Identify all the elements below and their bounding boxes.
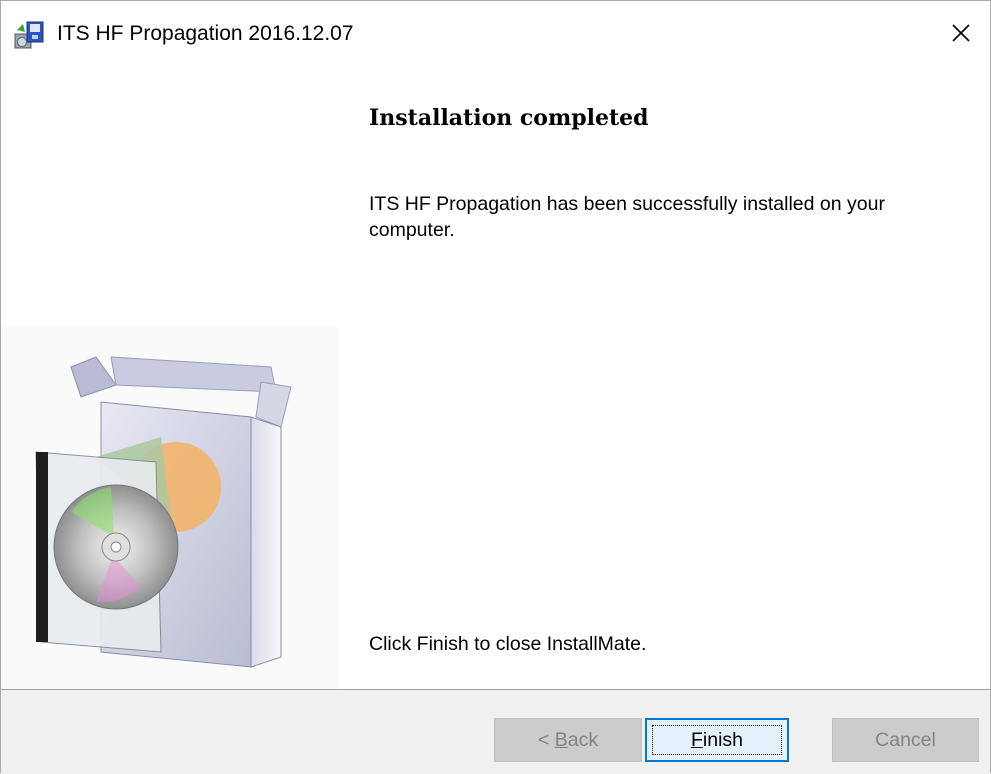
window-title: ITS HF Propagation 2016.12.07 <box>57 22 354 45</box>
software-box-illustration <box>1 327 339 689</box>
finish-instruction: Click Finish to close InstallMate. <box>369 633 647 655</box>
finish-button-label: Finish <box>690 729 744 751</box>
page-heading: Installation completed <box>369 105 649 131</box>
installer-icon <box>14 21 44 49</box>
installer-window: ITS HF Propagation 2016.12.07 Installati… <box>0 0 991 774</box>
close-button[interactable] <box>932 1 990 65</box>
title-bar: ITS HF Propagation 2016.12.07 <box>1 1 990 67</box>
finish-button[interactable]: Finish <box>645 718 789 762</box>
success-message: ITS HF Propagation has been successfully… <box>369 193 885 241</box>
close-icon <box>952 24 970 42</box>
cancel-button[interactable]: Cancel <box>832 718 979 762</box>
back-button-label: < Back <box>537 729 599 751</box>
back-button[interactable]: < Back <box>494 718 642 762</box>
